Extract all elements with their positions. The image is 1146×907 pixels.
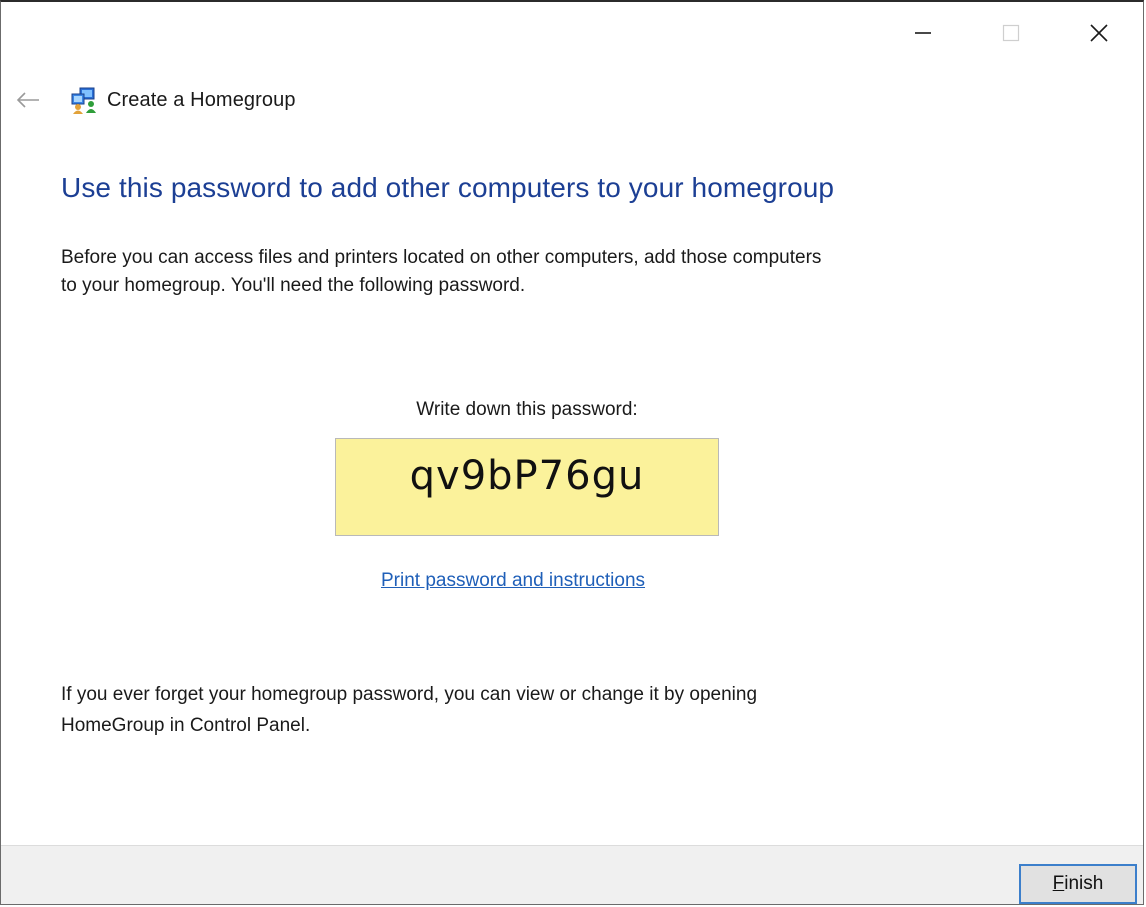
print-password-link[interactable]: Print password and instructions xyxy=(335,570,745,592)
finish-label-rest: inish xyxy=(1064,873,1104,894)
description-line-2: to your homegroup. You'll need the follo… xyxy=(61,275,526,296)
caption-buttons xyxy=(879,2,1143,66)
footnote-line-2: HomeGroup in Control Panel. xyxy=(61,715,311,736)
close-button[interactable] xyxy=(1055,2,1143,64)
minimize-icon xyxy=(915,32,931,34)
finish-mnemonic: F xyxy=(1052,873,1065,894)
back-arrow-icon xyxy=(16,92,39,108)
homegroup-wizard-window: Create a Homegroup Use this password to … xyxy=(0,0,1144,905)
footnote-line-1: If you ever forget your homegroup passwo… xyxy=(61,684,758,705)
window-title: Create a Homegroup xyxy=(107,88,296,111)
navigation-row: Create a Homegroup xyxy=(11,82,296,118)
footer-bar: Finish xyxy=(1,845,1143,904)
close-icon xyxy=(1090,24,1108,42)
back-button[interactable] xyxy=(11,83,45,117)
maximize-button[interactable] xyxy=(967,2,1055,64)
minimize-button[interactable] xyxy=(879,2,967,64)
password-box: qv9bP76gu xyxy=(335,438,719,536)
page-heading: Use this password to add other computers… xyxy=(61,172,835,203)
password-value: qv9bP76gu xyxy=(409,453,645,499)
password-label: Write down this password: xyxy=(416,399,638,420)
maximize-icon xyxy=(1002,24,1020,42)
description-line-1: Before you can access files and printers… xyxy=(61,247,822,268)
finish-button[interactable]: Finish xyxy=(1019,864,1137,904)
description-text: Before you can access files and printers… xyxy=(61,244,1021,300)
homegroup-icon xyxy=(67,83,101,117)
footnote-text: If you ever forget your homegroup passwo… xyxy=(61,679,1021,741)
